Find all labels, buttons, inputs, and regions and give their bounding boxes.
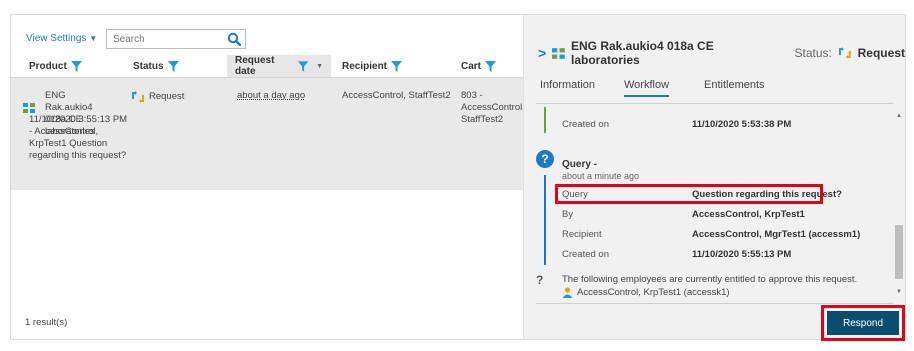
recipient: AccessControl, StaffTest2 <box>342 90 451 101</box>
status-value: Request <box>857 46 905 60</box>
tab-information[interactable]: Information <box>540 79 595 91</box>
details-pane: > ENG Rak.aukio4 018a CE laboratories St… <box>523 15 906 341</box>
respond-highlight-box: Respond <box>821 305 905 341</box>
workflow-timeline: Created on 11/10/2020 5:53:38 PM ? Query… <box>524 105 894 301</box>
question-icon: ? <box>536 150 554 168</box>
tab-entitlements[interactable]: Entitlements <box>704 79 765 91</box>
created-on-value: 11/10/2020 5:53:38 PM <box>692 119 792 130</box>
tab-divider <box>536 103 893 104</box>
product-icon <box>552 47 565 59</box>
cart: 803 - AccessControl, StaffTest2 <box>461 90 525 125</box>
scroll-down-icon[interactable]: ▼ <box>896 289 902 295</box>
workflow-scrollbar[interactable]: ▲ ▼ <box>894 105 904 301</box>
view-settings-label: View Settings <box>26 33 87 44</box>
recipient-label: Recipient <box>562 229 602 240</box>
by-label: By <box>562 209 574 220</box>
created-on-label: Created on <box>562 119 610 130</box>
status-text: Request <box>149 91 185 102</box>
sort-desc-icon[interactable]: ▼ <box>316 63 323 70</box>
recipient-value: AccessControl, MgrTest1 (accessm1) <box>692 229 861 240</box>
collapse-chevron-icon[interactable]: > <box>538 45 546 61</box>
query-highlight-box <box>555 184 823 204</box>
product-icon <box>23 103 35 113</box>
approver-entry: AccessControl, KrpTest1 (accessk1) <box>562 287 730 298</box>
search-box <box>106 29 246 49</box>
status-cell: Request <box>131 90 184 104</box>
help-icon: ? <box>536 273 544 287</box>
tab-workflow[interactable]: Workflow <box>624 79 670 97</box>
user-icon <box>562 287 573 298</box>
details-tabs: Information Workflow Entitlements <box>524 77 906 101</box>
by-value: AccessControl, KrpTest1 <box>692 209 805 220</box>
created-on-value-2: 11/10/2020 5:55:13 PM <box>692 249 792 260</box>
product-detail: 11/10/2020 3:55:13 PM - AccessControl, K… <box>29 114 128 161</box>
column-product-label: Product <box>29 61 67 72</box>
column-status[interactable]: Status <box>133 61 179 72</box>
request-status-icon <box>838 47 851 59</box>
scrollbar-thumb[interactable] <box>895 225 903 279</box>
table-row[interactable]: ENG Rak.aukio4 018a CE laboratories 11/1… <box>11 78 525 190</box>
search-icon[interactable] <box>227 32 241 46</box>
respond-button[interactable]: Respond <box>827 311 899 335</box>
column-request-date-label: Request date <box>235 55 275 77</box>
request-date: about a day ago <box>237 90 306 101</box>
column-recipient-label: Recipient <box>342 61 388 72</box>
column-recipient[interactable]: Recipient <box>342 61 403 72</box>
column-request-date[interactable]: Request date ▼ <box>227 55 331 77</box>
column-product[interactable]: Product <box>29 61 82 72</box>
details-title: ENG Rak.aukio4 018a CE laboratories <box>570 39 714 67</box>
main-frame: View Settings▼ Product Status Request da… <box>10 14 906 341</box>
status-label: Status: <box>794 46 832 60</box>
view-settings-dropdown[interactable]: View Settings ▼ <box>26 33 97 44</box>
query-title: Query - <box>562 159 598 170</box>
timeline-line <box>544 107 546 133</box>
footer-divider <box>536 303 893 304</box>
approve-info-text: The following employees are currently en… <box>562 274 858 285</box>
filter-icon[interactable] <box>297 60 309 72</box>
filter-icon[interactable] <box>391 61 403 72</box>
column-cart[interactable]: Cart <box>461 61 497 72</box>
timeline-line <box>544 175 546 265</box>
search-input[interactable] <box>107 30 223 48</box>
approver-name: AccessControl, KrpTest1 (accessk1) <box>577 287 730 298</box>
table-header: Product Status Request date ▼ Recipient … <box>11 55 523 78</box>
column-cart-label: Cart <box>461 61 482 72</box>
caret-down-icon: ▼ <box>89 34 98 43</box>
column-status-label: Status <box>133 61 164 72</box>
details-header: > ENG Rak.aukio4 018a CE laboratories St… <box>538 39 905 67</box>
scroll-up-icon[interactable]: ▲ <box>896 113 902 119</box>
filter-icon[interactable] <box>70 61 82 72</box>
query-time: about a minute ago <box>562 171 640 181</box>
filter-icon[interactable] <box>167 61 179 72</box>
request-status-icon <box>132 91 144 103</box>
filter-icon[interactable] <box>485 61 497 72</box>
created-on-label-2: Created on <box>562 249 610 260</box>
results-count: 1 result(s) <box>25 317 68 328</box>
request-list-pane: View Settings▼ Product Status Request da… <box>11 15 525 339</box>
